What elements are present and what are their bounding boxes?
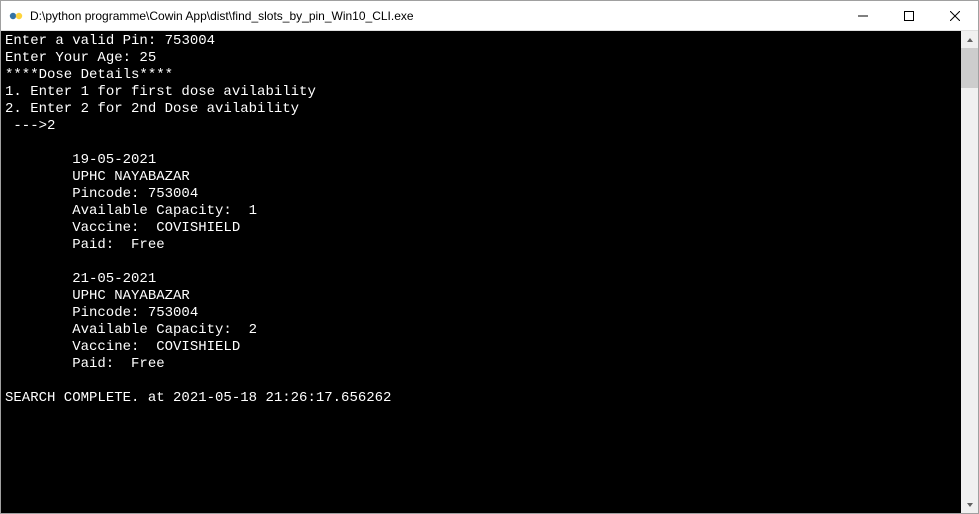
search-complete: SEARCH COMPLETE. at 2021-05-18 21:26:17.… [5, 390, 391, 406]
slot-capacity-row: Available Capacity: 2 [5, 322, 257, 339]
option-1: 1. Enter 1 for first dose avilability [5, 84, 316, 100]
maximize-button[interactable] [886, 1, 932, 30]
minimize-button[interactable] [840, 1, 886, 30]
age-value: 25 [139, 50, 156, 66]
app-icon [8, 8, 24, 24]
slot-center: UPHC NAYABAZAR [5, 169, 190, 186]
dose-header: ****Dose Details**** [5, 67, 173, 83]
scroll-up-button[interactable] [961, 31, 978, 48]
choice-value: 2 [47, 118, 55, 134]
prompt-arrow: ---> [5, 118, 47, 134]
slot-date: 21-05-2021 [5, 271, 156, 288]
close-button[interactable] [932, 1, 978, 30]
console-output[interactable]: Enter a valid Pin: 753004 Enter Your Age… [1, 31, 961, 513]
slot-capacity-row: Available Capacity: 1 [5, 203, 257, 220]
slot-pincode-row: Pincode: 753004 [5, 186, 198, 203]
age-prompt: Enter Your Age: [5, 50, 139, 66]
slot-vaccine-row: Vaccine: COVISHIELD [5, 220, 240, 237]
slot-vaccine-row: Vaccine: COVISHIELD [5, 339, 240, 356]
slot-pincode-row: Pincode: 753004 [5, 305, 198, 322]
slot-paid-row: Paid: Free [5, 237, 165, 254]
window-title: D:\python programme\Cowin App\dist\find_… [30, 9, 840, 23]
scroll-track[interactable] [961, 48, 978, 496]
pin-prompt: Enter a valid Pin: [5, 33, 165, 49]
vertical-scrollbar[interactable] [961, 31, 978, 513]
slot-date: 19-05-2021 [5, 152, 156, 169]
slot-paid-row: Paid: Free [5, 356, 165, 373]
option-2: 2. Enter 2 for 2nd Dose avilability [5, 101, 299, 117]
slot-center: UPHC NAYABAZAR [5, 288, 190, 305]
scroll-down-button[interactable] [961, 496, 978, 513]
window-controls [840, 1, 978, 30]
pin-value: 753004 [165, 33, 215, 49]
scroll-thumb[interactable] [961, 48, 978, 88]
window-titlebar: D:\python programme\Cowin App\dist\find_… [1, 1, 978, 31]
console-area: Enter a valid Pin: 753004 Enter Your Age… [1, 31, 978, 513]
